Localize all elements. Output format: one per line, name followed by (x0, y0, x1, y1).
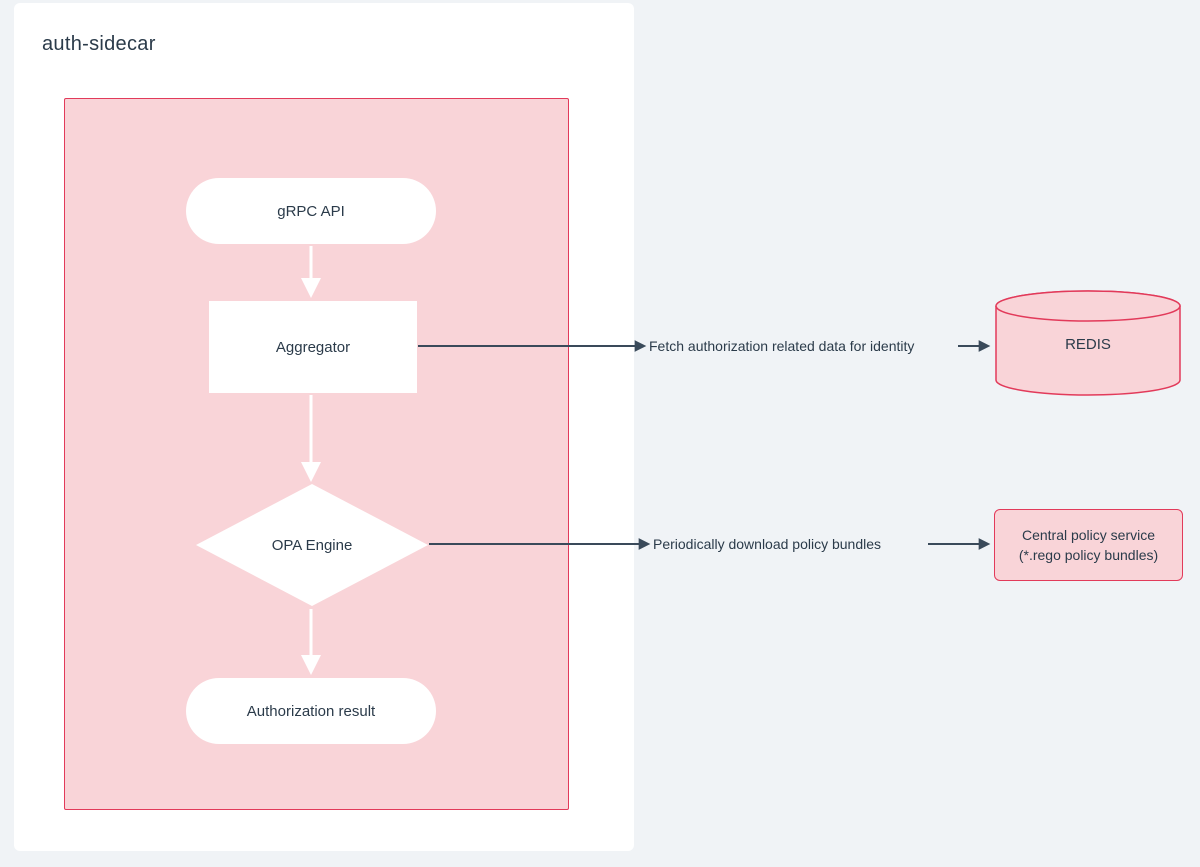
node-opa-engine: OPA Engine (196, 484, 428, 606)
node-label: OPA Engine (272, 537, 353, 554)
node-label: Authorization result (247, 703, 375, 720)
node-policy-service: Central policy service (*.rego policy bu… (994, 509, 1183, 581)
panel-title: auth-sidecar (42, 33, 156, 56)
node-label: Central policy service (*.rego policy bu… (1019, 525, 1158, 566)
edge-label-fetch: Fetch authorization related data for ide… (649, 338, 914, 354)
node-label: Aggregator (276, 339, 350, 356)
node-auth-result: Authorization result (186, 678, 436, 744)
node-grpc-api: gRPC API (186, 178, 436, 244)
node-aggregator: Aggregator (209, 301, 417, 393)
node-redis: REDIS (994, 290, 1182, 396)
edge-label-download: Periodically download policy bundles (653, 536, 881, 552)
node-label: gRPC API (277, 203, 345, 220)
node-label: REDIS (994, 336, 1182, 353)
